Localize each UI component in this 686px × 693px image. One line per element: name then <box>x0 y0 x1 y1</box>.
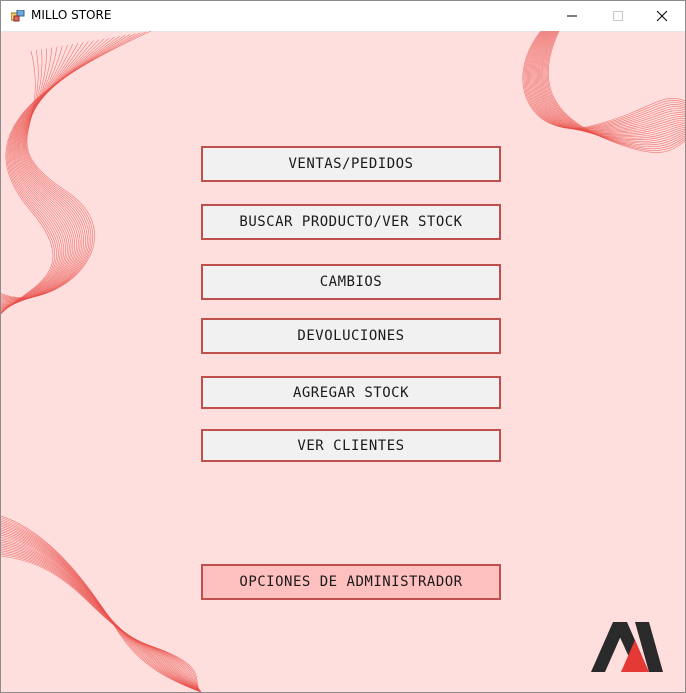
devoluciones-button[interactable]: DEVOLUCIONES <box>201 318 501 354</box>
close-button[interactable] <box>639 1 685 31</box>
ventas-pedidos-button[interactable]: VENTAS/PEDIDOS <box>201 146 501 182</box>
title-bar[interactable]: MILLO STORE <box>1 1 685 32</box>
wave-decoration-bottom-left <box>1 516 201 692</box>
buscar-producto-button[interactable]: BUSCAR PRODUCTO/VER STOCK <box>201 204 501 240</box>
minimize-button[interactable] <box>549 1 595 31</box>
maximize-icon <box>613 11 623 21</box>
cambios-button[interactable]: CAMBIOS <box>201 264 501 300</box>
app-window-icon <box>11 10 25 22</box>
app-window: MILLO STORE VENTAS/PEDIDOS BUSCAR PRODUC… <box>0 0 686 693</box>
window-title: MILLO STORE <box>31 8 112 22</box>
ver-clientes-button[interactable]: VER CLIENTES <box>201 429 501 462</box>
admin-options-button[interactable]: OPCIONES DE ADMINISTRADOR <box>201 564 501 600</box>
close-icon <box>656 10 668 22</box>
maximize-button[interactable] <box>595 1 641 31</box>
agregar-stock-button[interactable]: AGREGAR STOCK <box>201 376 501 409</box>
main-panel: VENTAS/PEDIDOS BUSCAR PRODUCTO/VER STOCK… <box>1 31 685 692</box>
wave-decoration-top-left <box>1 31 152 315</box>
minimize-icon <box>567 15 577 17</box>
wave-decoration-top-right <box>522 31 685 153</box>
store-logo-icon <box>591 622 663 672</box>
